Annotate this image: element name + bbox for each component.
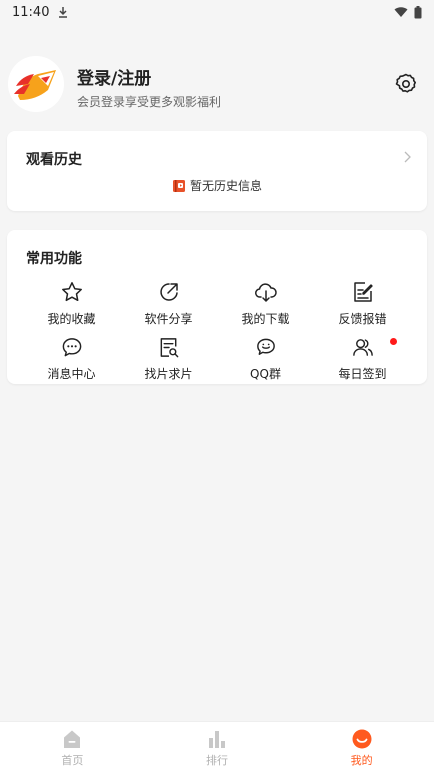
- star-icon: [61, 282, 82, 302]
- smile-icon: [352, 729, 372, 748]
- avatar[interactable]: [8, 56, 64, 112]
- tab-home-label: 首页: [61, 753, 84, 767]
- functions-card: 常用功能 我的收藏 软件分享 我的下载 反馈报错 消息中心 找片求片 QQ群 每…: [7, 230, 427, 384]
- bottom-tab-bar: 首页 排行 我的: [0, 721, 434, 773]
- login-subtitle: 会员登录享受更多观影福利: [77, 95, 222, 109]
- status-bar: 11:40: [0, 0, 434, 24]
- daily-checkin-button[interactable]: 每日签到: [314, 334, 411, 382]
- request-movie-label: 找片求片: [144, 367, 193, 381]
- history-card[interactable]: 观看历史 暂无历史信息: [7, 131, 427, 211]
- tab-mine-label: 我的: [350, 753, 373, 767]
- share-app-label: 软件分享: [144, 312, 193, 326]
- functions-grid: 我的收藏 软件分享 我的下载 反馈报错 消息中心 找片求片 QQ群 每日签到: [23, 278, 411, 382]
- tab-ranking[interactable]: 排行: [145, 722, 290, 773]
- profile-header[interactable]: 登录/注册 会员登录享受更多观影福利: [0, 50, 434, 124]
- chevron-right-icon[interactable]: [403, 151, 411, 163]
- daily-checkin-label: 每日签到: [338, 367, 387, 381]
- app-logo-icon: [8, 56, 64, 112]
- messages-label: 消息中心: [47, 367, 96, 381]
- downloads-label: 我的下载: [241, 312, 290, 326]
- message-icon: [62, 338, 81, 357]
- clock: 11:40: [12, 4, 50, 20]
- bar-chart-icon: [208, 730, 225, 748]
- cloud-download-icon: [254, 283, 277, 302]
- gear-icon[interactable]: [394, 72, 418, 96]
- tab-mine[interactable]: 我的: [289, 722, 434, 773]
- favorites-label: 我的收藏: [47, 312, 96, 326]
- tab-ranking-label: 排行: [205, 753, 228, 767]
- chat-bubbles-icon: [256, 338, 275, 355]
- qq-group-button[interactable]: QQ群: [217, 334, 314, 382]
- favorites-button[interactable]: 我的收藏: [23, 278, 120, 334]
- download-icon: [59, 7, 68, 18]
- login-register-link[interactable]: 登录/注册: [77, 64, 151, 89]
- functions-title: 常用功能: [26, 251, 82, 267]
- users-icon: [352, 339, 373, 356]
- messages-button[interactable]: 消息中心: [23, 334, 120, 382]
- history-title: 观看历史: [26, 152, 82, 168]
- battery-icon: [414, 5, 422, 18]
- feedback-icon: [353, 282, 373, 302]
- downloads-button[interactable]: 我的下载: [217, 278, 314, 334]
- search-doc-icon: [160, 338, 178, 358]
- share-icon: [159, 283, 178, 301]
- notification-badge: [390, 338, 397, 345]
- request-movie-button[interactable]: 找片求片: [120, 334, 217, 382]
- tab-home[interactable]: 首页: [0, 722, 145, 773]
- share-app-button[interactable]: 软件分享: [120, 278, 217, 334]
- qq-group-label: QQ群: [250, 367, 281, 381]
- feedback-button[interactable]: 反馈报错: [314, 278, 411, 334]
- feedback-label: 反馈报错: [338, 312, 387, 326]
- history-empty: 暂无历史信息: [7, 177, 427, 194]
- wifi-icon: [394, 7, 408, 17]
- history-empty-text: 暂无历史信息: [189, 179, 262, 193]
- home-icon: [64, 730, 81, 748]
- book-icon: [172, 179, 185, 192]
